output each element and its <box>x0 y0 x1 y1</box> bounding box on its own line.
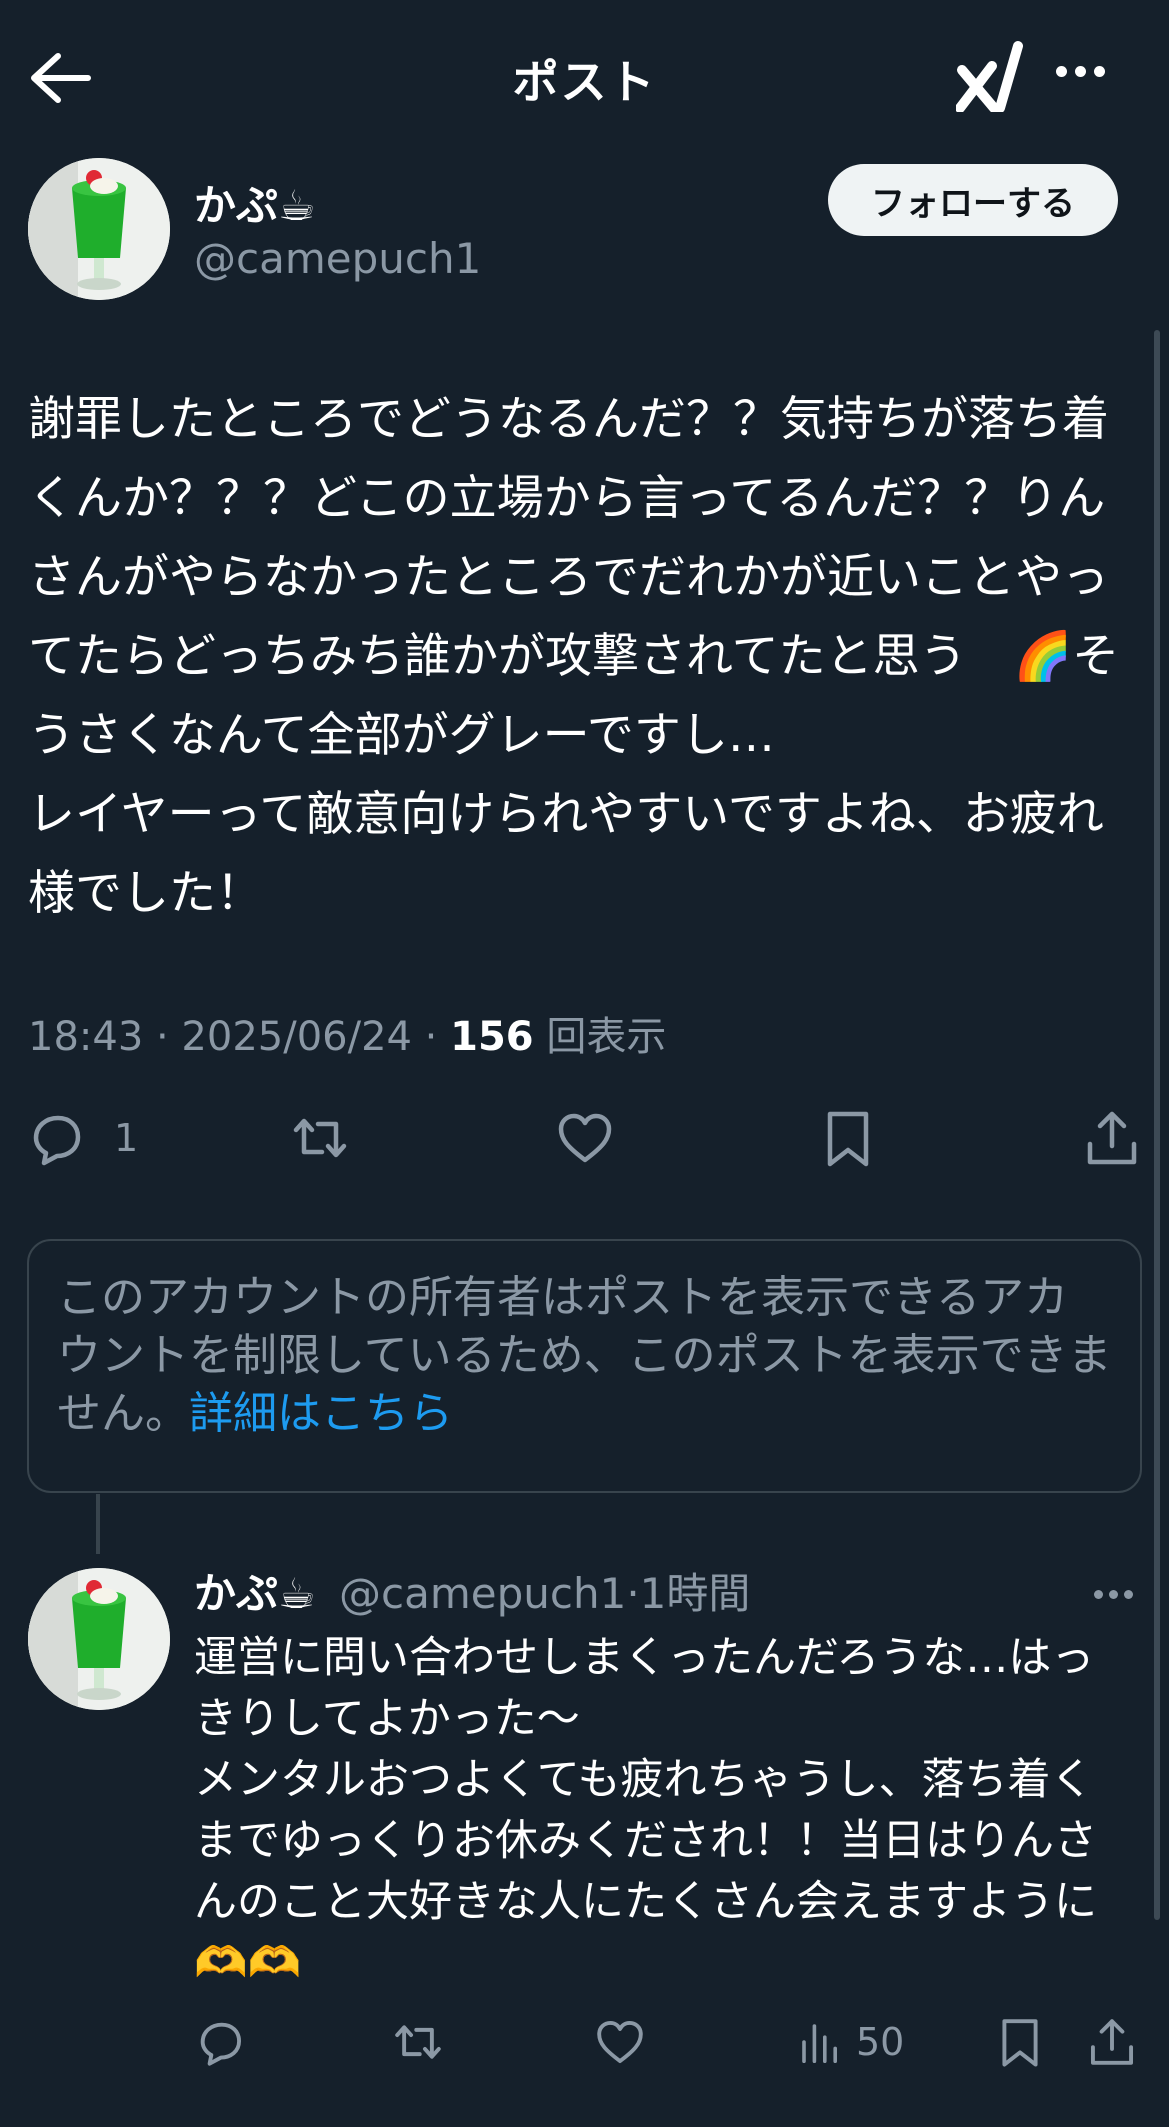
bookmark-icon <box>1002 2019 1038 2067</box>
reply-count: 1 <box>114 1116 139 1160</box>
author-name[interactable]: かぷ☕ <box>194 172 316 233</box>
avatar[interactable] <box>28 158 170 300</box>
reply-author-handle[interactable]: @camepuch1 <box>339 1569 626 1618</box>
melon-soda-avatar-image <box>28 1568 170 1710</box>
reply-share-button[interactable] <box>1086 2012 1138 2072</box>
post-time[interactable]: 18:43 · 2025/06/24 · <box>28 1014 450 1060</box>
reply-author-name[interactable]: かぷ☕ <box>194 1569 316 1618</box>
grok-logo-icon[interactable] <box>955 38 1026 113</box>
post-text: 謝罪したところでどうなるんだ？？気持ちが落ち着くんか？？？どこの立場から言ってる… <box>28 392 1120 921</box>
author-handle[interactable]: @camepuch1 <box>194 234 481 283</box>
post-action-bar: 1 <box>0 1108 1169 1168</box>
share-button[interactable] <box>1082 1108 1142 1168</box>
reply-repost-button[interactable] <box>392 2012 444 2072</box>
repost-icon <box>293 1118 347 1158</box>
reply-action-bar: 50 <box>0 2012 1169 2072</box>
heart-icon <box>597 2020 643 2064</box>
restricted-post-notice: このアカウントの所有者はポストを表示できるアカウントを制限しているため、このポス… <box>27 1239 1142 1493</box>
learn-more-link[interactable]: 詳細はこちら <box>189 1388 453 1439</box>
reply-more-button[interactable] <box>1094 1584 1144 1604</box>
reply-views-button[interactable]: 50 <box>796 2012 904 2072</box>
post-meta: 18:43 · 2025/06/24 · 156 回表示 <box>28 1004 666 1062</box>
reply-avatar[interactable] <box>28 1568 170 1710</box>
share-icon <box>1090 2019 1134 2065</box>
like-button[interactable] <box>555 1108 615 1168</box>
scrollbar[interactable] <box>1154 330 1160 1920</box>
view-label: 回表示 <box>533 1014 667 1060</box>
more-options-button[interactable] <box>1056 62 1116 92</box>
view-count: 156 <box>450 1014 534 1060</box>
reply-bookmark-button[interactable] <box>994 2012 1046 2072</box>
analytics-icon <box>802 2024 837 2063</box>
reply-icon <box>200 2022 242 2066</box>
repost-button[interactable] <box>290 1108 350 1168</box>
reply-header: かぷ☕ @camepuch1·1時間 <box>194 1560 750 1621</box>
heart-icon <box>558 1113 612 1163</box>
reply-text: 運営に問い合わせしまくったんだろうな…はっきりしてよかった〜 メンタルおつよくて… <box>194 1633 1097 1988</box>
reply-view-count: 50 <box>856 2020 905 2064</box>
reply-time[interactable]: ·1時間 <box>626 1569 750 1618</box>
share-icon <box>1087 1111 1137 1165</box>
reply-button[interactable]: 1 <box>26 1108 138 1168</box>
bookmark-icon <box>827 1111 869 1167</box>
repost-icon <box>395 2025 441 2059</box>
reply-icon <box>33 1115 81 1166</box>
melon-soda-avatar-image <box>28 158 170 300</box>
thread-connector-line <box>96 1494 100 1554</box>
reply-reply-button[interactable] <box>194 2012 246 2072</box>
bookmark-button[interactable] <box>818 1108 878 1168</box>
reply-like-button[interactable] <box>594 2012 646 2072</box>
follow-button[interactable]: フォローする <box>828 164 1118 236</box>
top-bar: ポスト <box>0 0 1169 150</box>
